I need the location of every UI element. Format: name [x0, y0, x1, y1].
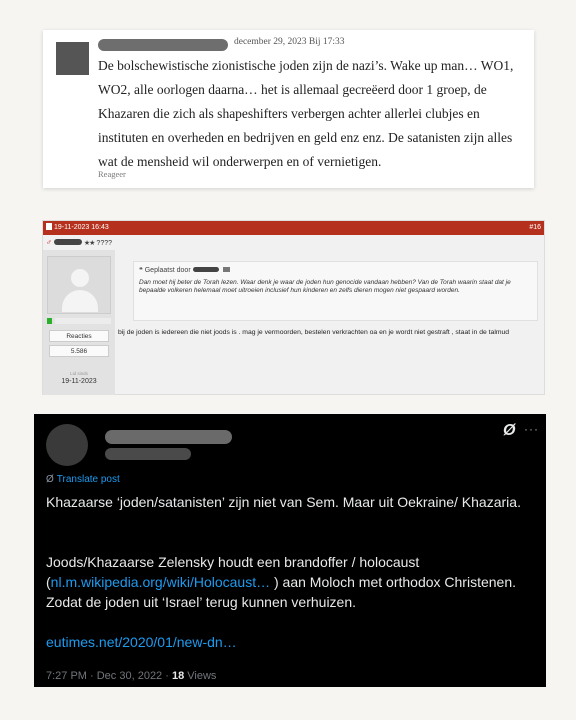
tweet-timestamp[interactable]: 7:27 PM · Dec 30, 2022 · — [46, 670, 172, 682]
more-icon[interactable]: ··· — [524, 422, 539, 436]
view-post-icon[interactable] — [222, 267, 230, 272]
post-date: 19-11-2023 16:43 — [54, 224, 109, 231]
post-number[interactable]: #16 — [529, 221, 541, 235]
redacted-quoted-user[interactable] — [192, 267, 219, 272]
grok-icon[interactable]: Ø — [503, 422, 515, 440]
post-body: bij de joden is iedereen die niet joods … — [118, 329, 510, 336]
commenter-avatar — [56, 42, 89, 75]
user-title: ???? — [96, 240, 112, 247]
user-rank-bar — [55, 318, 111, 324]
redacted-display-name[interactable] — [105, 430, 232, 444]
redacted-username — [98, 39, 228, 51]
user-sidebar: Reacties 5.586 Lid sinds 19-11-2023 — [43, 250, 115, 395]
quote-box: ❝ Geplaatst door Dan moet hij beter de T… — [133, 261, 538, 321]
male-icon: ♂ — [46, 238, 52, 247]
tweet-meta: 7:27 PM · Dec 30, 2022 · 18 Views — [46, 670, 216, 682]
redacted-username[interactable] — [53, 239, 82, 245]
online-status-icon — [47, 318, 52, 324]
views-count: 18 — [171, 670, 185, 682]
tweet-line-2: Joods/Khazaarse Zelensky houdt een brand… — [46, 552, 541, 612]
comment-body: De bolschewistische zionistische joden z… — [98, 58, 514, 169]
reactions-label: Reacties — [49, 330, 109, 342]
avatar-placeholder-icon — [47, 256, 111, 314]
rank-stars-icon: ★★ — [83, 240, 96, 247]
reactions-count: 5.586 — [49, 345, 109, 357]
views-label: Views — [184, 670, 217, 682]
tweet-avatar[interactable] — [46, 424, 88, 466]
tweet-line-1: Khazaarse ‘joden/satanisten’ zijn niet v… — [46, 494, 521, 510]
comment-date: december 29, 2023 Bij 17:33 — [234, 37, 345, 47]
wikipedia-link[interactable]: nl.m.wikipedia.org/wiki/Holocaust… — [51, 574, 270, 590]
quote-text: Dan moet hij beter de Torah lezen. Waar … — [139, 279, 511, 295]
tweet: Ø ··· Ø Translate post Khazaarse ‘joden/s… — [34, 414, 546, 687]
eutimes-link[interactable]: eutimes.net/2020/01/new-dn… — [46, 632, 541, 652]
reply-link[interactable]: Reageer — [98, 169, 126, 179]
forum-post: 19-11-2023 16:43 #16 ♂ ★★ ???? Reacties … — [42, 220, 545, 395]
user-line: ♂ ★★ ???? — [46, 238, 112, 247]
blog-comment: december 29, 2023 Bij 17:33 De bolschewi… — [43, 30, 534, 188]
post-header: 19-11-2023 16:43 #16 — [43, 221, 544, 235]
quote-header: ❝ Geplaatst door — [139, 266, 230, 274]
redacted-handle[interactable] — [105, 448, 191, 460]
joined-label: Lid sinds — [70, 371, 88, 376]
post-icon — [46, 223, 52, 230]
quote-header-label: Geplaatst door — [144, 267, 191, 274]
translate-post-link[interactable]: Ø Translate post — [46, 474, 120, 485]
translate-icon: Ø — [46, 474, 54, 485]
quote-icon: ❝ — [139, 267, 143, 274]
joined-date: 19-11-2023 — [61, 378, 97, 385]
translate-label: Translate post — [56, 474, 120, 485]
